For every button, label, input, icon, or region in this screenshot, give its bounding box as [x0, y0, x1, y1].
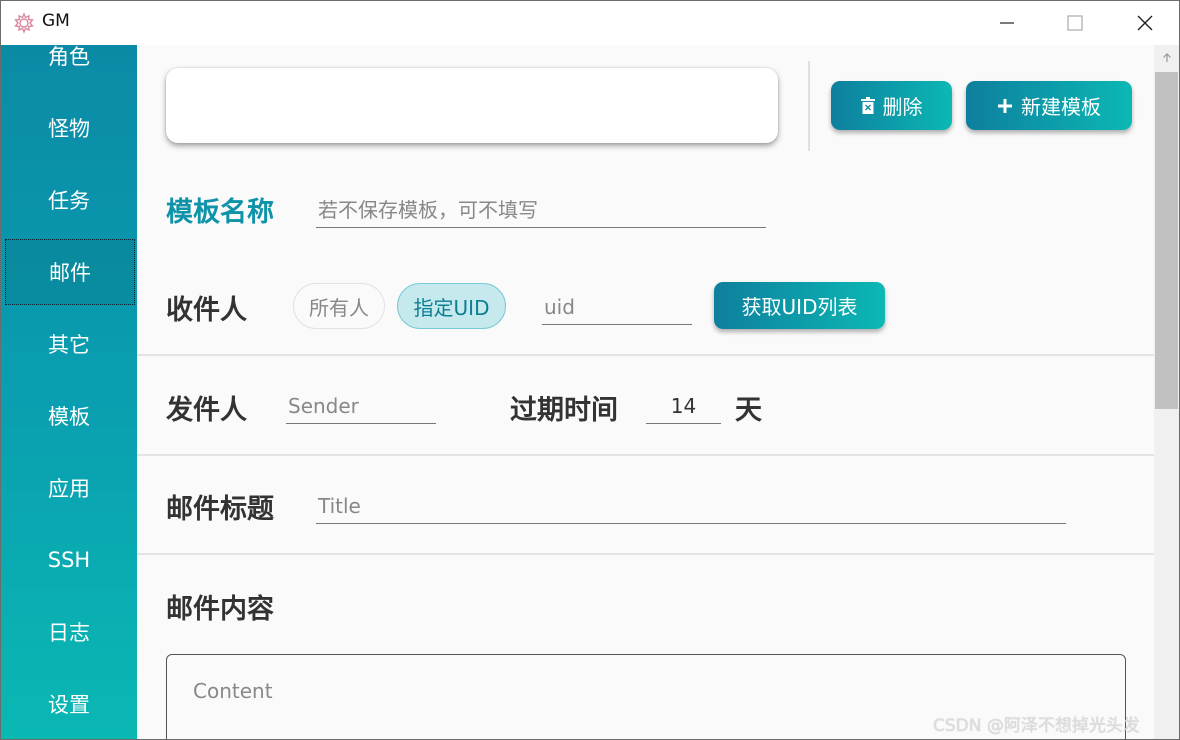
- get-uid-list-button[interactable]: 获取UID列表: [714, 282, 885, 329]
- sidebar-item-settings[interactable]: 设置: [1, 671, 137, 737]
- maximize-icon: [1067, 15, 1083, 31]
- title-bar: GM: [1, 1, 1179, 45]
- sidebar-item-label: 邮件: [49, 261, 91, 285]
- maximize-button[interactable]: [1047, 1, 1103, 45]
- recipient-label: 收件人: [166, 295, 247, 326]
- gear-flower-icon: [13, 12, 35, 34]
- section-divider: [137, 553, 1154, 555]
- sidebar-item-roles[interactable]: 角色: [1, 45, 137, 89]
- recipient-option-uid[interactable]: 指定UID: [397, 283, 506, 329]
- uid-input[interactable]: [542, 289, 692, 325]
- sidebar-item-label: 其它: [48, 333, 90, 357]
- sidebar-item-label: 模板: [48, 405, 90, 429]
- new-template-label: 新建模板: [1021, 95, 1101, 119]
- mail-content-label: 邮件内容: [166, 594, 274, 625]
- sidebar-item-tasks[interactable]: 任务: [1, 167, 137, 233]
- expiry-days-input[interactable]: [646, 388, 721, 424]
- sender-input[interactable]: [286, 388, 436, 424]
- new-template-button[interactable]: 新建模板: [966, 81, 1132, 130]
- delete-button[interactable]: 删除: [831, 81, 952, 130]
- toolbar-divider: [808, 61, 810, 151]
- chip-label: 所有人: [309, 295, 369, 320]
- plus-icon: [998, 98, 1012, 113]
- section-divider: [137, 454, 1154, 456]
- expiry-unit: 天: [735, 395, 762, 426]
- sidebar-item-label: 设置: [48, 693, 90, 717]
- sidebar-item-label: 任务: [48, 189, 90, 213]
- get-uid-list-label: 获取UID列表: [741, 295, 858, 319]
- window-title: GM: [42, 11, 70, 31]
- delete-button-label: 删除: [882, 95, 923, 119]
- mail-title-input[interactable]: [316, 488, 1066, 524]
- sidebar-item-other[interactable]: 其它: [1, 311, 137, 377]
- sidebar-item-label: SSH: [47, 548, 91, 572]
- scroll-thumb[interactable]: [1155, 72, 1178, 409]
- sidebar-item-label: 角色: [48, 45, 90, 69]
- recipient-option-all[interactable]: 所有人: [293, 283, 385, 329]
- expiry-label: 过期时间: [510, 395, 618, 426]
- arrow-up-icon: [1162, 53, 1171, 62]
- sidebar: 角色 怪物 任务 邮件 其它 模板 应用 SSH 日志 设置: [1, 45, 137, 739]
- close-icon: [1137, 15, 1153, 31]
- template-name-input[interactable]: [316, 192, 766, 228]
- sidebar-item-label: 日志: [48, 621, 90, 645]
- app-window: GM 角色 怪物 任务 邮件 其它 模板 应用 SSH 日志 设置 删除 新建模…: [0, 0, 1180, 740]
- watermark: CSDN @阿泽不想掉光头发: [933, 716, 1140, 736]
- template-name-label: 模板名称: [166, 197, 274, 228]
- sidebar-item-apps[interactable]: 应用: [1, 455, 137, 521]
- close-button[interactable]: [1117, 1, 1173, 45]
- sidebar-item-monsters[interactable]: 怪物: [1, 95, 137, 161]
- mail-title-label: 邮件标题: [166, 494, 274, 525]
- sidebar-item-label: 应用: [48, 477, 90, 501]
- template-select-box[interactable]: [166, 68, 778, 143]
- sidebar-item-templates[interactable]: 模板: [1, 383, 137, 449]
- minimize-button[interactable]: [979, 1, 1035, 45]
- vertical-scrollbar[interactable]: [1154, 45, 1179, 739]
- sidebar-item-label: 怪物: [48, 117, 90, 141]
- sidebar-item-mail[interactable]: 邮件: [5, 239, 135, 305]
- sender-label: 发件人: [166, 395, 247, 426]
- chip-label: 指定UID: [413, 295, 490, 320]
- mail-panel: 删除 新建模板 模板名称 收件人 所有人 指定UID 获取UID列表 发件人 过…: [137, 45, 1154, 739]
- trash-icon: [860, 97, 875, 114]
- scroll-up-button[interactable]: [1154, 45, 1179, 71]
- minimize-icon: [1000, 22, 1014, 24]
- section-divider: [137, 354, 1154, 356]
- sidebar-item-logs[interactable]: 日志: [1, 599, 137, 665]
- sidebar-item-ssh[interactable]: SSH: [1, 527, 137, 593]
